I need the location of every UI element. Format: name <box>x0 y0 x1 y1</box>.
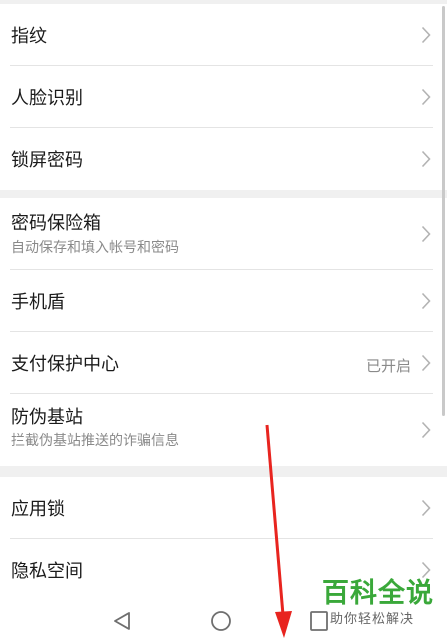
settings-item-label: 手机盾 <box>11 292 65 313</box>
chevron-right-icon <box>421 421 431 439</box>
triangle-back-icon[interactable] <box>113 611 131 635</box>
settings-item-description: 自动保存和填入帐号和密码 <box>11 240 179 256</box>
circle-home-icon[interactable] <box>210 610 232 636</box>
chevron-right-icon <box>421 88 431 106</box>
settings-screen: 指纹 人脸识别 锁屏密码 密码保险箱 自动保存和填入帐号和密码 手机盾 支付保护… <box>0 0 447 641</box>
settings-item-phone-shield[interactable]: 手机盾 <box>0 270 447 332</box>
settings-item-password-vault[interactable]: 密码保险箱 自动保存和填入帐号和密码 <box>0 198 447 270</box>
settings-group-biometrics: 指纹 人脸识别 锁屏密码 <box>0 4 447 190</box>
settings-item-app-lock[interactable]: 应用锁 <box>0 477 447 539</box>
settings-item-payment-protection[interactable]: 支付保护中心 已开启 <box>0 332 447 394</box>
settings-item-label: 指纹 <box>11 26 47 47</box>
settings-group-security: 密码保险箱 自动保存和填入帐号和密码 手机盾 支付保护中心 已开启 防伪基站 拦… <box>0 198 447 466</box>
settings-item-fingerprint[interactable]: 指纹 <box>0 4 447 66</box>
watermark-title: 百科全说 <box>322 578 434 609</box>
status-value: 已开启 <box>365 357 411 375</box>
watermark-subtitle: 助你轻松解决 <box>330 612 415 627</box>
chevron-right-icon <box>421 26 431 44</box>
scrollbar[interactable] <box>442 6 445 416</box>
chevron-right-icon <box>421 225 431 243</box>
settings-item-face-recognition[interactable]: 人脸识别 <box>0 66 447 128</box>
settings-item-label: 应用锁 <box>11 499 65 520</box>
chevron-right-icon <box>421 354 431 372</box>
settings-item-label: 锁屏密码 <box>11 150 83 171</box>
chevron-right-icon <box>421 150 431 168</box>
settings-item-label: 隐私空间 <box>11 561 83 582</box>
settings-item-description: 拦截伪基站推送的诈骗信息 <box>11 433 179 449</box>
settings-item-lock-screen-password[interactable]: 锁屏密码 <box>0 128 447 190</box>
chevron-right-icon <box>421 292 431 310</box>
chevron-right-icon <box>421 561 431 579</box>
settings-item-label: 防伪基站 <box>11 407 83 428</box>
settings-item-label: 支付保护中心 <box>11 354 119 375</box>
watermark-logo: 百科全说 助你轻松解决 <box>320 580 445 638</box>
settings-item-label: 密码保险箱 <box>11 213 101 234</box>
settings-item-label: 人脸识别 <box>11 88 83 109</box>
settings-item-fake-base-station[interactable]: 防伪基站 拦截伪基站推送的诈骗信息 <box>0 394 447 466</box>
chevron-right-icon <box>421 499 431 517</box>
